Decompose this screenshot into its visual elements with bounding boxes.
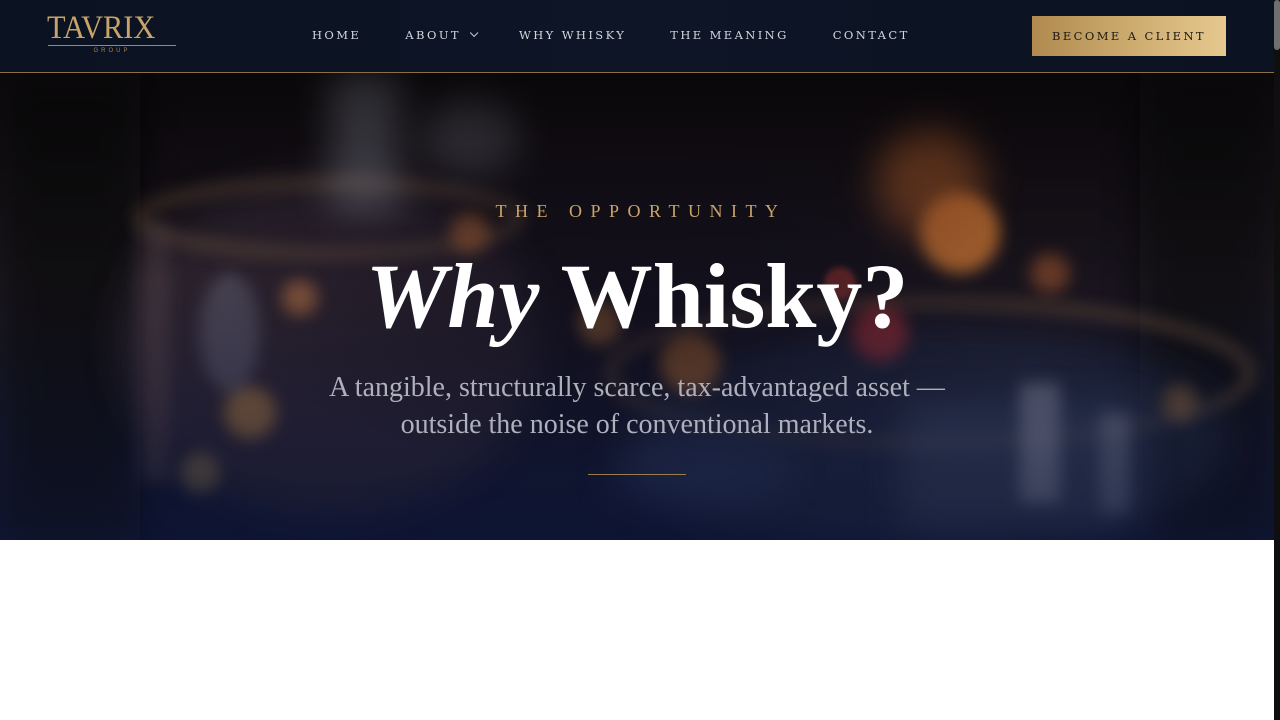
hero-subtitle: A tangible, structurally scarce, tax-adv… [329, 372, 945, 440]
logo-wordmark: TAVRIX [47, 10, 156, 46]
hero-title-rest: Whisky? [539, 245, 909, 347]
main-nav: HOME ABOUT WHY WHISKY THE MEANING CONTAC… [312, 26, 954, 44]
nav-item-the-meaning[interactable]: THE MEANING [670, 28, 788, 42]
nav-item-label: HOME [312, 28, 362, 42]
hero-title-italic: Why [365, 245, 540, 347]
page: TAVRIX GROUP HOME ABOUT WHY WHISKY THE M… [0, 0, 1274, 720]
content-area [0, 540, 1274, 720]
nav-item-label: CONTACT [832, 28, 910, 42]
chevron-down-icon [469, 28, 479, 38]
become-a-client-button[interactable]: BECOME A CLIENT [1032, 16, 1226, 56]
nav-item-contact[interactable]: CONTACT [833, 28, 910, 42]
nav-item-home[interactable]: HOME [312, 28, 361, 42]
hero-section: THE OPPORTUNITY Why Whisky? A tangible, … [0, 73, 1274, 540]
logo-rule [48, 45, 176, 46]
page-scrollbar[interactable] [1274, 0, 1280, 720]
site-header: TAVRIX GROUP HOME ABOUT WHY WHISKY THE M… [0, 0, 1274, 73]
logo-subtext: GROUP [93, 48, 131, 54]
nav-item-label: ABOUT [405, 28, 461, 42]
nav-item-why-whisky[interactable]: WHY WHISKY [519, 28, 626, 42]
nav-item-about[interactable]: ABOUT [405, 28, 479, 42]
scrollbar-thumb[interactable] [1274, 0, 1280, 50]
hero-eyebrow: THE OPPORTUNITY [495, 201, 787, 221]
hero-title: Why Whisky? [0, 241, 1274, 351]
nav-item-label: WHY WHISKY [519, 28, 627, 42]
logo[interactable]: TAVRIX GROUP [47, 12, 177, 58]
hero-divider [588, 474, 686, 475]
nav-item-label: THE MEANING [670, 28, 789, 42]
